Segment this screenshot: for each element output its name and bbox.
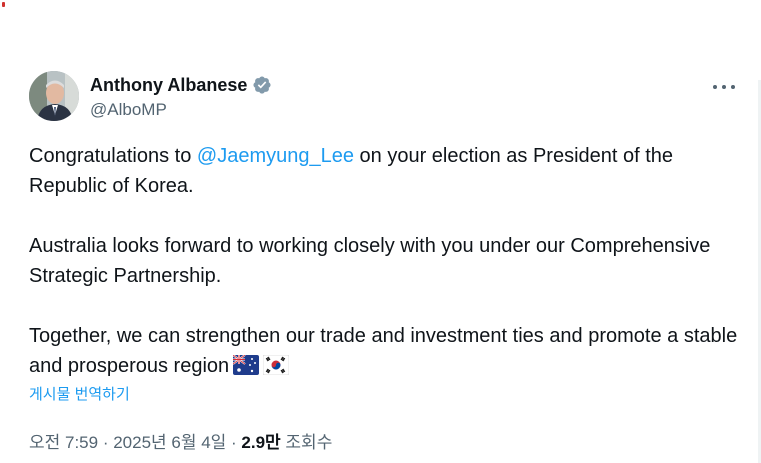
meta-separator: · (226, 433, 242, 452)
tweet-paragraph-3: Together, we can strengthen our trade an… (29, 321, 739, 384)
para1-before: Congratulations to (29, 145, 197, 167)
australia-flag-icon (232, 354, 260, 384)
mention-link[interactable]: @Jaemyung_Lee (197, 145, 354, 167)
author-display-name[interactable]: Anthony Albanese (90, 75, 247, 96)
south-korea-flag-icon (262, 354, 290, 384)
more-dot (722, 85, 726, 89)
tweet-header: Anthony Albanese @AlboMP (29, 71, 739, 123)
views-label: 조회수 (280, 433, 333, 452)
tweet-card[interactable]: Anthony Albanese @AlboMP Congratulations… (29, 71, 739, 452)
more-dot (731, 85, 735, 89)
corner-mark (2, 2, 5, 7)
translate-post-link[interactable]: 게시물 번역하기 (29, 383, 130, 404)
author-names: Anthony Albanese @AlboMP (90, 74, 272, 120)
more-options-icon[interactable] (713, 76, 735, 98)
tweet-paragraph-1: Congratulations to @Jaemyung_Lee on your… (29, 141, 739, 201)
verified-badge-icon[interactable] (252, 75, 272, 95)
avatar[interactable] (29, 71, 79, 121)
para3-text: Together, we can strengthen our trade an… (29, 325, 738, 377)
tweet-text: Congratulations to @Jaemyung_Lee on your… (29, 141, 739, 384)
tweet-paragraph-2: Australia looks forward to working close… (29, 235, 711, 287)
view-count: 2.9만 (241, 433, 281, 452)
author-handle[interactable]: @AlboMP (90, 100, 272, 120)
meta-separator: · (98, 433, 114, 452)
more-dot (713, 85, 717, 89)
post-time[interactable]: 오전 7:59 (29, 433, 98, 452)
post-date[interactable]: 2025년 6월 4일 (113, 433, 226, 452)
tweet-meta: 오전 7:59 · 2025년 6월 4일 · 2.9만 조회수 (29, 428, 332, 453)
